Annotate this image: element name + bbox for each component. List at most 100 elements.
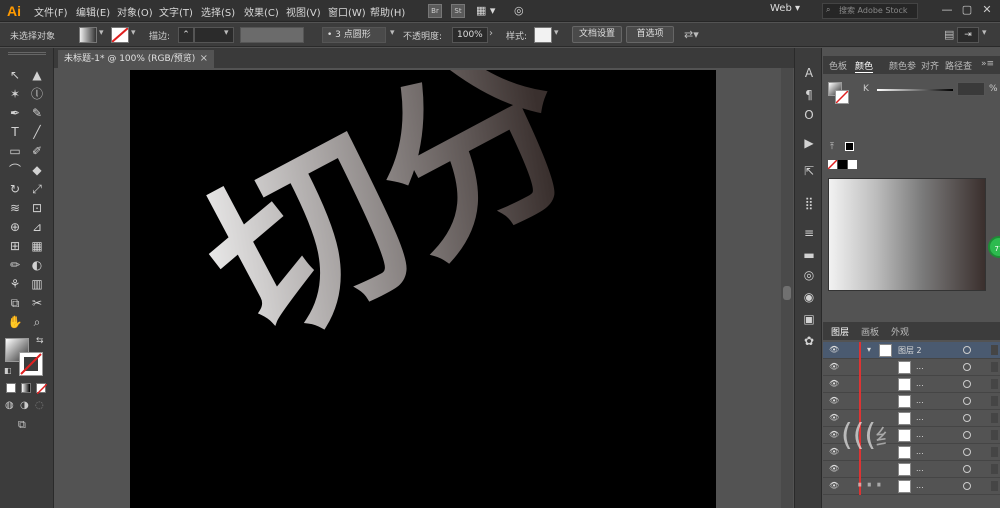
target-circle-icon[interactable] — [963, 431, 971, 439]
lasso-tool[interactable]: ⓛ — [28, 85, 46, 103]
line-tool[interactable]: ╱ — [28, 123, 46, 141]
variable-width-profile[interactable] — [240, 27, 304, 43]
rectangle-tool[interactable]: ▭ — [6, 142, 24, 160]
gradient-tool[interactable]: ▦ — [28, 237, 46, 255]
layer-name[interactable]: ... — [916, 362, 924, 371]
warp-tool[interactable]: ≋ — [6, 199, 24, 217]
white-swatch[interactable] — [848, 160, 857, 169]
canvas-area[interactable]: 切分 — [54, 68, 794, 508]
tab-pathfinder[interactable]: 路径查 — [945, 59, 972, 72]
target-circle-icon[interactable] — [963, 397, 971, 405]
eraser-tool[interactable]: ◆ — [28, 161, 46, 179]
symbol-sprayer-tool[interactable]: ⚘ — [6, 275, 24, 293]
menu-type[interactable]: 文字(T) — [159, 4, 193, 19]
selection-indicator[interactable] — [991, 464, 998, 474]
shape-builder-tool[interactable]: ⊕ — [6, 218, 24, 236]
fill-color-swatch[interactable] — [79, 27, 97, 43]
play-icon[interactable]: ▶ — [800, 134, 818, 152]
selection-indicator[interactable] — [991, 413, 998, 423]
selection-indicator[interactable] — [991, 379, 998, 389]
panel-menu-icon[interactable]: »≡ — [981, 59, 994, 69]
tab-layers[interactable]: 图层 — [831, 325, 849, 338]
tab-appearance[interactable]: 外观 — [891, 325, 909, 338]
export-icon[interactable]: ⇱ — [800, 162, 818, 180]
pen-tool[interactable]: ✒ — [6, 104, 24, 122]
target-circle-icon[interactable] — [963, 363, 971, 371]
artwork-group[interactable]: 切分 — [172, 70, 611, 385]
gradient-panel-icon[interactable]: ▬ — [800, 246, 818, 264]
out-of-gamut-icon[interactable]: ⤒ — [830, 142, 834, 152]
chevron-down-icon[interactable]: ▾ — [131, 28, 136, 38]
slice-tool[interactable]: ✂ — [28, 294, 46, 312]
preferences-button[interactable]: 首选项 — [626, 26, 674, 43]
symbols-icon[interactable]: ✿ — [800, 332, 818, 350]
target-circle-icon[interactable] — [963, 414, 971, 422]
menu-effect[interactable]: 效果(C) — [244, 4, 279, 19]
graphic-style-swatch[interactable] — [534, 27, 552, 43]
gpu-performance-icon[interactable]: ◎ — [514, 4, 524, 17]
curvature-tool[interactable]: ✎ — [28, 104, 46, 122]
selection-indicator[interactable] — [991, 430, 998, 440]
layer-row-parent[interactable]: 👁 ▾ 图层 2 — [823, 342, 1000, 359]
tab-swatches[interactable]: 色板 — [829, 59, 847, 72]
tab-color-guide[interactable]: 颜色参 — [889, 59, 916, 72]
magic-wand-tool[interactable]: ✶ — [6, 85, 24, 103]
stock-search-input[interactable]: 搜索 Adobe Stock — [822, 3, 918, 19]
transform-options-icon[interactable]: ⇄▾ — [684, 28, 699, 41]
none-mode-button[interactable] — [36, 383, 48, 395]
document-tab[interactable]: 未标题-1* @ 100% (RGB/预览) × — [58, 50, 214, 68]
align-panel-icon[interactable]: ▤ — [944, 28, 954, 41]
gradient-mode-button[interactable] — [21, 383, 31, 393]
tab-artboards[interactable]: 画板 — [861, 325, 879, 338]
target-circle-icon[interactable] — [963, 448, 971, 456]
screen-mode-icon[interactable]: ⧉ — [18, 418, 26, 432]
tab-color[interactable]: 颜色 — [855, 59, 874, 73]
type-tool[interactable]: T — [6, 123, 24, 141]
artboard-tool[interactable]: ⧉ — [6, 294, 24, 312]
target-circle-icon[interactable] — [963, 380, 971, 388]
appearance-icon[interactable]: ◉ — [800, 288, 818, 306]
floating-badge[interactable]: 77 — [988, 236, 1000, 258]
image-trace-icon[interactable]: ▣ — [800, 310, 818, 328]
character-icon[interactable]: A — [800, 64, 818, 82]
selection-tool[interactable]: ↖ — [6, 66, 24, 84]
bridge-button[interactable]: Br — [428, 4, 442, 18]
chevron-down-icon[interactable]: ▾ — [867, 345, 871, 354]
brush-definition[interactable]: • 3 点圆形 — [322, 27, 386, 43]
free-transform-tool[interactable]: ⊡ — [28, 199, 46, 217]
black-swatch[interactable] — [838, 160, 847, 169]
mesh-tool[interactable]: ⊞ — [6, 237, 24, 255]
target-circle-icon[interactable] — [963, 465, 971, 473]
column-graph-tool[interactable]: ▥ — [28, 275, 46, 293]
close-button[interactable]: ✕ — [978, 2, 996, 18]
layer-name[interactable]: 图层 2 — [898, 345, 922, 356]
arrange-icon[interactable]: ⇥ — [957, 27, 979, 43]
color-mode-button[interactable] — [6, 383, 16, 393]
visibility-eye-icon[interactable]: 👁 — [829, 379, 839, 388]
menu-file[interactable]: 文件(F) — [34, 4, 68, 19]
paintbrush-tool[interactable]: ✐ — [28, 142, 46, 160]
selection-indicator[interactable] — [991, 481, 998, 491]
layer-name[interactable]: ... — [916, 379, 924, 388]
selection-indicator[interactable] — [991, 362, 998, 372]
menu-select[interactable]: 选择(S) — [201, 4, 235, 19]
draw-normal-icon[interactable]: ◍ — [5, 400, 14, 411]
default-colors-icon[interactable]: ◧ — [4, 366, 12, 375]
draw-behind-icon[interactable]: ◑ — [20, 400, 29, 411]
shaper-tool[interactable]: ⌒ — [6, 161, 24, 179]
layer-row[interactable]: 👁... — [823, 359, 1000, 376]
workspace-switcher[interactable]: Web ▾ — [770, 3, 808, 19]
stroke-weight-stepper[interactable]: ⌃ — [178, 27, 194, 43]
color-stroke-swatch[interactable] — [835, 90, 849, 104]
maximize-button[interactable]: ▢ — [958, 2, 976, 18]
scale-tool[interactable]: ⤢ — [28, 180, 46, 198]
channel-slider[interactable] — [877, 89, 953, 91]
stroke-panel-icon[interactable]: ≡ — [800, 224, 818, 242]
selection-indicator[interactable] — [991, 447, 998, 457]
minimize-button[interactable]: — — [938, 2, 956, 18]
eyedropper-tool[interactable]: ✏ — [6, 256, 24, 274]
transparency-icon[interactable]: ◎ — [800, 266, 818, 284]
direct-selection-tool[interactable]: ▲ — [28, 66, 46, 84]
document-setup-button[interactable]: 文档设置 — [572, 26, 622, 43]
artboard[interactable]: 切分 — [130, 70, 716, 508]
